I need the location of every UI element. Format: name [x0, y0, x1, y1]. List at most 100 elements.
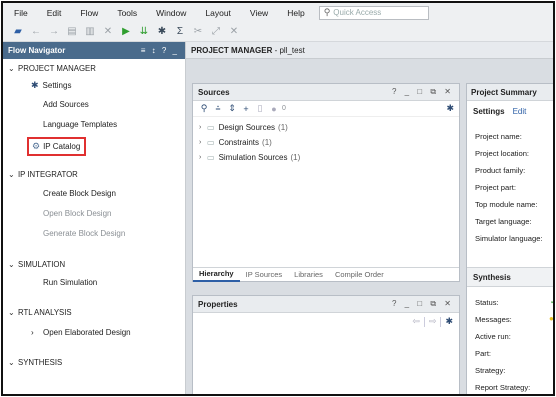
chevron-down-icon: ⌄	[8, 308, 15, 317]
synthesis-field-label: Active run:	[475, 332, 511, 341]
synthesis-field-label: Status:	[475, 298, 499, 307]
tree-row-count: (1)	[262, 138, 272, 147]
menu-flow[interactable]: Flow	[69, 8, 106, 18]
sources-title: Sources	[198, 87, 230, 97]
close-tool-icon[interactable]: ✕	[225, 26, 243, 37]
section-ip-integrator-label: IP INTEGRATOR	[18, 170, 78, 179]
back-arrow-icon[interactable]: ⇦	[412, 316, 420, 327]
page-title-label: PROJECT MANAGER	[191, 45, 273, 55]
nav-create-block-design[interactable]: Create Block Design	[43, 189, 116, 198]
nav-language-templates[interactable]: Language Templates	[43, 120, 117, 129]
tree-row[interactable]: › ▭ Design Sources (1)	[199, 123, 288, 132]
tree-row-label: Constraints	[218, 138, 260, 147]
nav-settings[interactable]: ✱ Settings	[31, 80, 71, 91]
synthesis-field-label: Part:	[475, 349, 492, 358]
tab-libraries[interactable]: Libraries	[288, 268, 329, 282]
nav-language-templates-label: Language Templates	[43, 120, 118, 129]
nav-ip-catalog-label: IP Catalog	[43, 142, 81, 151]
menu-window[interactable]: Window	[145, 8, 194, 18]
flow-navigator-controls[interactable]: ≡ ↕ ? _	[141, 46, 179, 55]
plug-icon: ⚙	[32, 141, 41, 151]
menu-edit[interactable]: Edit	[36, 8, 70, 18]
copy-icon[interactable]: ▤	[63, 26, 81, 37]
undo-icon[interactable]: ←	[27, 26, 45, 37]
sources-tabs: Hierarchy IP Sources Libraries Compile O…	[193, 267, 459, 282]
nav-open-block-design[interactable]: Open Block Design	[43, 209, 111, 218]
gear-icon[interactable]: ✱	[446, 103, 454, 114]
paste-icon[interactable]: ▥	[81, 26, 99, 37]
nav-settings-label: Settings	[42, 81, 72, 90]
synthesis-field-label: Report Strategy:	[475, 383, 531, 392]
redo-icon[interactable]: →	[45, 26, 63, 37]
tree-row-label: Simulation Sources	[218, 153, 288, 162]
project-summary-panel: Project Summary Settings Edit Project na…	[466, 83, 553, 394]
section-synthesis-label: SYNTHESIS	[18, 358, 63, 367]
tab-compile-order[interactable]: Compile Order	[329, 268, 390, 282]
properties-panel: Properties ? _ □ ⧉ ✕ ⇦ ⇨ ✱	[192, 295, 460, 394]
summary-field-label: Product family:	[475, 166, 526, 175]
nav-ip-catalog[interactable]: ⚙ IP Catalog	[27, 137, 87, 156]
sources-panel: Sources ? _ □ ⧉ ✕ ⚲ ⩮ ⇕ + ▯ ● 0 ✱ › ▭ De…	[192, 83, 460, 282]
nav-run-simulation[interactable]: Run Simulation	[43, 278, 97, 287]
sigma-icon[interactable]: Σ	[171, 26, 189, 37]
settings-gear-icon[interactable]: ✱	[153, 26, 171, 37]
quick-access-input[interactable]: ⚲ Quick Access	[318, 5, 429, 20]
tree-row[interactable]: › ▭ Simulation Sources (1)	[199, 153, 300, 162]
tool-disabled-icon[interactable]: ⤢	[207, 26, 225, 37]
cross-probe-icon[interactable]: ✂	[189, 26, 207, 37]
tree-row-count: (1)	[290, 153, 301, 162]
chevron-down-icon: ⌄	[8, 64, 15, 73]
nav-open-elaborated-design-label: Open Elaborated Design	[43, 328, 131, 337]
nav-run-simulation-label: Run Simulation	[43, 278, 98, 287]
chevron-down-icon: ⌄	[8, 358, 15, 367]
menu-view[interactable]: View	[239, 8, 276, 18]
file-icon[interactable]: ▯	[253, 103, 267, 114]
tree-row-label: Design Sources	[218, 123, 276, 132]
nav-add-sources[interactable]: Add Sources	[43, 100, 89, 109]
folder-icon: ▭	[207, 123, 215, 132]
menu-layout[interactable]: Layout	[194, 8, 239, 18]
sources-window-controls[interactable]: ? _ □ ⧉ ✕	[392, 87, 454, 97]
forward-arrow-icon[interactable]: ⇨	[429, 316, 437, 327]
chevron-right-icon: ›	[199, 139, 202, 146]
tree-row-count: (1)	[278, 123, 288, 132]
section-project-manager[interactable]: ⌄ PROJECT MANAGER	[8, 64, 96, 73]
delete-icon[interactable]: ✕	[99, 26, 117, 37]
divider	[423, 316, 425, 327]
summary-field-label: Project name:	[475, 132, 522, 141]
add-icon[interactable]: +	[239, 104, 253, 114]
synthesis-summary-header: Synthesis	[467, 267, 553, 287]
folder-icon: ▭	[207, 153, 215, 162]
nav-create-block-design-label: Create Block Design	[43, 189, 116, 198]
expand-all-icon[interactable]: ⇕	[225, 103, 239, 114]
menu-help[interactable]: Help	[276, 8, 312, 18]
section-simulation[interactable]: ⌄ SIMULATION	[8, 260, 65, 269]
synthesis-field-label: Strategy:	[475, 366, 506, 375]
section-ip-integrator[interactable]: ⌄ IP INTEGRATOR	[8, 170, 78, 179]
menu-tools[interactable]: Tools	[106, 8, 145, 18]
page-title-separator: -	[272, 45, 280, 55]
summary-field-label: Target language:	[475, 217, 532, 226]
main-toolbar: ▰ ← → ▤ ▥ ✕ ▶ ⇊ ✱ Σ ✂ ⤢ ✕	[3, 22, 553, 42]
search-icon: ⚲	[323, 7, 331, 17]
properties-window-controls[interactable]: ? _ □ ⧉ ✕	[392, 299, 454, 309]
chevron-down-icon: ⌄	[8, 260, 15, 269]
summary-edit-link[interactable]: Edit	[513, 107, 527, 116]
program-device-icon[interactable]: ⇊	[135, 26, 153, 37]
tab-ip-sources[interactable]: IP Sources	[240, 268, 289, 282]
tab-hierarchy[interactable]: Hierarchy	[193, 268, 240, 282]
section-synthesis[interactable]: ⌄ SYNTHESIS	[8, 358, 62, 367]
collapse-all-icon[interactable]: ⩮	[211, 103, 225, 114]
menu-file[interactable]: File	[3, 8, 36, 18]
nav-open-elaborated-design[interactable]: › Open Elaborated Design	[31, 328, 131, 337]
summary-field-label: Top module name:	[475, 200, 538, 209]
open-project-icon[interactable]: ▰	[9, 26, 27, 37]
run-icon[interactable]: ▶	[117, 26, 135, 37]
search-icon[interactable]: ⚲	[197, 103, 211, 114]
tree-row[interactable]: › ▭ Constraints (1)	[199, 138, 272, 147]
chevron-right-icon: ›	[199, 124, 202, 131]
gear-icon[interactable]: ✱	[445, 316, 453, 327]
nav-generate-block-design[interactable]: Generate Block Design	[43, 229, 125, 238]
properties-toolbar: ⇦ ⇨ ✱	[412, 316, 453, 327]
section-rtl-analysis[interactable]: ⌄ RTL ANALYSIS	[8, 308, 72, 317]
